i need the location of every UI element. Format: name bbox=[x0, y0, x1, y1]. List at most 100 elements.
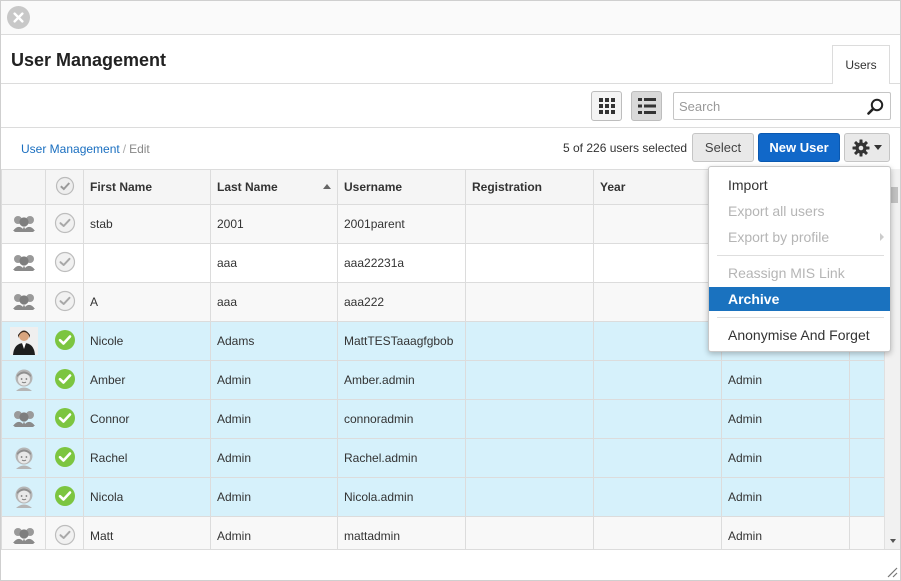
menu-item-archive[interactable]: Archive bbox=[709, 287, 890, 311]
cell-last bbox=[849, 516, 884, 549]
action-row: User Management / Edit 5 of 226 users sele… bbox=[1, 129, 900, 169]
menu-item-export-by-profile-label: Export by profile bbox=[728, 229, 830, 245]
cell-registration bbox=[465, 204, 594, 244]
row-checkbox[interactable] bbox=[45, 399, 84, 439]
settings-menu-button[interactable] bbox=[844, 133, 890, 162]
row-checkbox[interactable] bbox=[45, 321, 84, 361]
page-title: User Management bbox=[11, 50, 167, 70]
grid-view-button[interactable] bbox=[591, 91, 622, 121]
cell-year bbox=[593, 399, 722, 439]
cell-username: mattadmin bbox=[337, 516, 466, 549]
select-button[interactable]: Select bbox=[692, 133, 754, 162]
cell-last-name: Admin bbox=[210, 516, 338, 549]
selection-count: 5 of 226 users selected bbox=[563, 141, 688, 155]
settings-dropdown-menu: Import Export all users Export by profil… bbox=[708, 166, 891, 352]
check-selected-icon[interactable] bbox=[54, 446, 76, 471]
cell-year bbox=[593, 243, 722, 283]
cell-year bbox=[593, 360, 722, 400]
check-unselected-icon[interactable] bbox=[54, 212, 76, 237]
cell-first-name: Matt bbox=[83, 516, 211, 549]
female-avatar-icon bbox=[10, 444, 38, 472]
cell-year bbox=[593, 282, 722, 322]
check-selected-icon[interactable] bbox=[54, 368, 76, 393]
menu-item-export-all-users: Export all users bbox=[728, 203, 825, 219]
check-selected-icon[interactable] bbox=[54, 329, 76, 354]
row-checkbox[interactable] bbox=[45, 438, 84, 478]
avatar-cell bbox=[1, 360, 46, 400]
header-select-all[interactable] bbox=[45, 169, 84, 205]
select-all-check-icon[interactable] bbox=[55, 176, 75, 196]
search-box bbox=[673, 92, 891, 120]
cell-registration bbox=[465, 360, 594, 400]
tab-users[interactable]: Users bbox=[832, 45, 890, 84]
menu-item-import[interactable]: Import bbox=[709, 173, 890, 197]
cell-year bbox=[593, 477, 722, 517]
cell-extra: Admin bbox=[721, 360, 850, 400]
cell-first-name: A bbox=[83, 282, 211, 322]
header-year[interactable]: Year bbox=[593, 169, 722, 205]
avatar-cell bbox=[1, 438, 46, 478]
row-checkbox[interactable] bbox=[45, 477, 84, 517]
row-checkbox[interactable] bbox=[45, 204, 84, 244]
table-row[interactable]: Nicola Admin Nicola.admin Admin bbox=[1, 477, 884, 517]
breadcrumb-current: Edit bbox=[129, 142, 150, 156]
table-row[interactable]: Rachel Admin Rachel.admin Admin bbox=[1, 438, 884, 478]
header-last-name[interactable]: Last Name bbox=[210, 169, 338, 205]
female-avatar-icon bbox=[10, 483, 38, 511]
cell-year bbox=[593, 321, 722, 361]
breadcrumb-link-user-management[interactable]: User Management bbox=[21, 142, 120, 156]
group-avatar-icon bbox=[10, 210, 38, 238]
cell-extra: Admin bbox=[721, 516, 850, 549]
cell-username: connoradmin bbox=[337, 399, 466, 439]
cell-first-name: Amber bbox=[83, 360, 211, 400]
sort-ascending-icon bbox=[323, 184, 331, 189]
list-icon bbox=[637, 98, 656, 114]
cell-year bbox=[593, 438, 722, 478]
caret-down-icon bbox=[874, 145, 882, 150]
cell-last bbox=[849, 477, 884, 517]
cell-registration bbox=[465, 477, 594, 517]
row-checkbox[interactable] bbox=[45, 243, 84, 283]
group-avatar-icon bbox=[10, 405, 38, 433]
cell-last-name: Admin bbox=[210, 399, 338, 439]
scroll-down-arrow[interactable] bbox=[890, 539, 896, 543]
cell-registration bbox=[465, 321, 594, 361]
new-user-button[interactable]: New User bbox=[758, 133, 840, 162]
table-row[interactable]: Amber Admin Amber.admin Admin bbox=[1, 360, 884, 400]
cell-first-name: stab bbox=[83, 204, 211, 244]
menu-item-anonymise-and-forget[interactable]: Anonymise And Forget bbox=[709, 323, 890, 347]
close-button[interactable] bbox=[7, 6, 30, 29]
check-unselected-icon[interactable] bbox=[54, 524, 76, 549]
row-checkbox[interactable] bbox=[45, 360, 84, 400]
check-unselected-icon[interactable] bbox=[54, 290, 76, 315]
check-unselected-icon[interactable] bbox=[54, 251, 76, 276]
menu-divider bbox=[717, 317, 884, 318]
row-checkbox[interactable] bbox=[45, 516, 84, 549]
cell-first-name: Connor bbox=[83, 399, 211, 439]
check-selected-icon[interactable] bbox=[54, 485, 76, 510]
header-first-name[interactable]: First Name bbox=[83, 169, 211, 205]
cell-first-name: Nicole bbox=[83, 321, 211, 361]
menu-divider bbox=[717, 255, 884, 256]
cell-extra: Admin bbox=[721, 399, 850, 439]
cell-username: 2001parent bbox=[337, 204, 466, 244]
check-selected-icon[interactable] bbox=[54, 407, 76, 432]
cell-last bbox=[849, 399, 884, 439]
list-view-button[interactable] bbox=[631, 91, 662, 121]
header-registration[interactable]: Registration bbox=[465, 169, 594, 205]
search-input[interactable] bbox=[674, 93, 854, 119]
cell-year bbox=[593, 516, 722, 549]
table-row[interactable]: Connor Admin connoradmin Admin bbox=[1, 399, 884, 439]
header-username[interactable]: Username bbox=[337, 169, 466, 205]
table-row[interactable]: Matt Admin mattadmin Admin bbox=[1, 516, 884, 549]
resize-grip-icon[interactable] bbox=[886, 566, 898, 578]
search-icon[interactable] bbox=[867, 98, 884, 115]
avatar-cell bbox=[1, 243, 46, 283]
toolbar bbox=[1, 85, 900, 128]
cell-username: Rachel.admin bbox=[337, 438, 466, 478]
user-management-window: User Management Users Search User Manage… bbox=[0, 0, 901, 581]
avatar-cell bbox=[1, 282, 46, 322]
cell-first-name bbox=[83, 243, 211, 283]
row-checkbox[interactable] bbox=[45, 282, 84, 322]
avatar-cell bbox=[1, 204, 46, 244]
